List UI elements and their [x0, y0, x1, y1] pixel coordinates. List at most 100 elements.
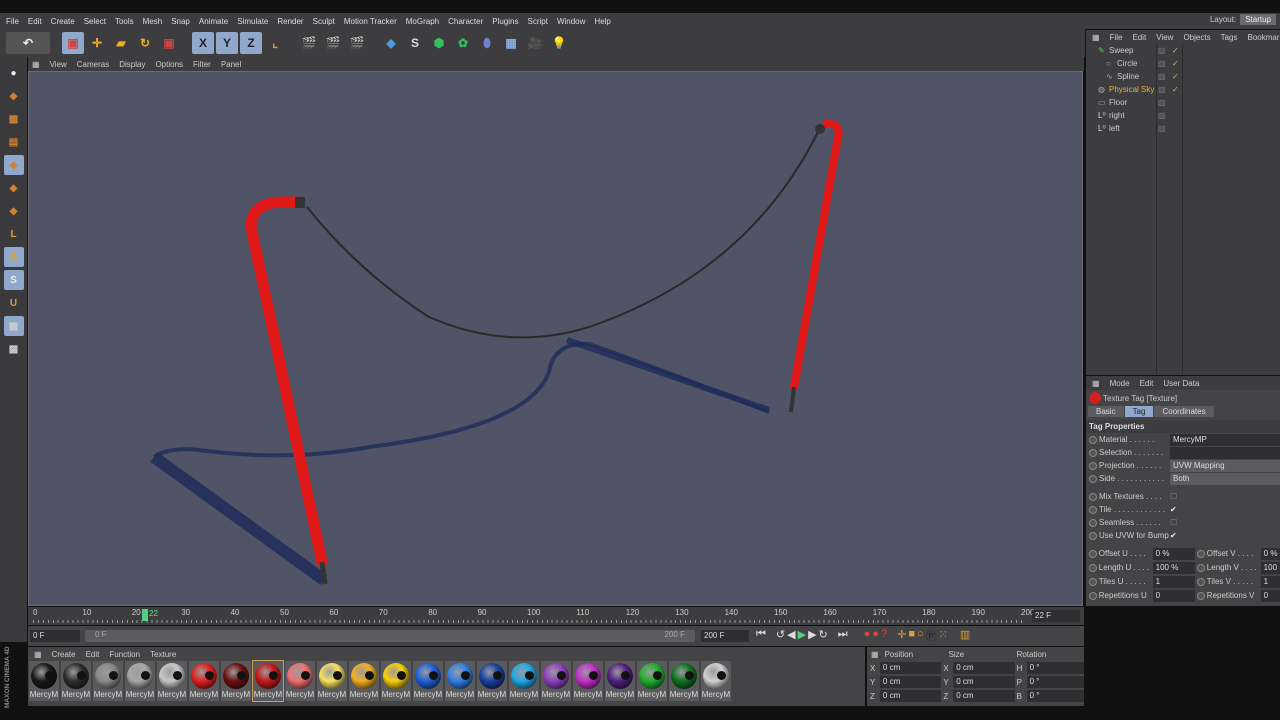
menu-plugins[interactable]: Plugins [492, 17, 518, 26]
object-name[interactable]: Physical Sky [1109, 85, 1154, 94]
floor-icon[interactable]: ▦ [500, 32, 522, 54]
material-swatch[interactable]: MercyM [285, 661, 315, 701]
object-name[interactable]: Circle [1117, 59, 1137, 68]
side-dropdown[interactable]: Both [1170, 472, 1280, 485]
rotate-icon[interactable]: ↻ [134, 32, 156, 54]
range-slider[interactable]: 0 F 200 F [85, 630, 695, 642]
y-axis-lock-button[interactable]: Y [216, 32, 238, 54]
subdivision-surface-icon[interactable]: ⬢ [428, 32, 450, 54]
menu-select[interactable]: Select [84, 17, 106, 26]
size-field[interactable]: 0 cm [953, 690, 1015, 702]
object-name[interactable]: Floor [1109, 98, 1127, 107]
object-menu-objects[interactable]: Objects [1183, 33, 1210, 42]
animate-radio[interactable] [1197, 591, 1205, 600]
texture-mode-icon[interactable]: ▩ [4, 109, 24, 129]
key-pla-icon[interactable]: ⁙ [939, 628, 948, 644]
material-swatch[interactable]: MercyM [381, 661, 411, 701]
size-field[interactable]: 0 cm [953, 662, 1015, 674]
object-row[interactable]: ✎ Sweep ▨ ✓ [1086, 44, 1280, 57]
menu-window[interactable]: Window [557, 17, 585, 26]
viewport-menu-cameras[interactable]: Cameras [77, 60, 109, 69]
enabled-check-icon[interactable]: ✓ [1172, 85, 1179, 94]
menu-animate[interactable]: Animate [199, 17, 228, 26]
material-menu-edit[interactable]: Edit [86, 650, 100, 659]
object-menu-file[interactable]: File [1110, 33, 1123, 42]
menu-help[interactable]: Help [594, 17, 610, 26]
param-field[interactable]: 100 % [1260, 561, 1280, 574]
viewport-menu-filter[interactable]: Filter [193, 60, 211, 69]
enabled-check-icon[interactable]: ✓ [1172, 59, 1179, 68]
viewport-menu-view[interactable]: View [50, 60, 67, 69]
position-field[interactable]: 0 cm [879, 676, 942, 688]
scale-icon[interactable]: ▰ [110, 32, 132, 54]
material-swatch[interactable]: MercyM [413, 661, 443, 701]
layer-icon[interactable]: ▨ [1158, 72, 1166, 81]
animate-radio[interactable] [1089, 549, 1097, 558]
start-frame-field[interactable]: 0 F [30, 630, 80, 642]
uvw-bump-checkbox[interactable]: ✔ [1170, 531, 1177, 540]
rotation-field[interactable]: 0 ° [1026, 676, 1085, 688]
position-field[interactable]: 0 cm [879, 662, 942, 674]
cube-icon[interactable]: ◆ [380, 32, 402, 54]
material-swatch[interactable]: MercyM [477, 661, 507, 701]
recent-tool-icon[interactable]: ▣ [158, 32, 180, 54]
material-field[interactable]: MercyMP [1170, 433, 1280, 446]
animate-radio[interactable] [1197, 563, 1205, 572]
current-frame-field[interactable]: 22 F [1032, 610, 1080, 622]
animate-radio[interactable] [1089, 563, 1097, 572]
object-row[interactable]: L⁰ left ▨ [1086, 122, 1280, 135]
light-icon[interactable]: 💡 [548, 32, 570, 54]
object-row[interactable]: ▭ Floor ▨ [1086, 96, 1280, 109]
animate-radio[interactable] [1089, 505, 1097, 514]
material-menu-texture[interactable]: Texture [150, 650, 176, 659]
live-selection-icon[interactable]: ▣ [62, 32, 84, 54]
position-field[interactable]: 0 cm [879, 690, 942, 702]
layer-icon[interactable]: ▨ [1158, 98, 1166, 107]
menu-file[interactable]: File [6, 17, 19, 26]
animate-radio[interactable] [1089, 518, 1097, 527]
next-key-icon[interactable]: ↻ [819, 628, 828, 644]
material-swatch[interactable]: MercyM [29, 661, 59, 701]
tweak-mode-icon[interactable]: 🖱 [3, 247, 24, 267]
menu-render[interactable]: Render [277, 17, 303, 26]
param-field[interactable]: 100 % [1152, 561, 1196, 574]
menu-snap[interactable]: Snap [171, 17, 190, 26]
undo-button[interactable]: ↶ [6, 32, 50, 54]
material-swatch[interactable]: MercyM [701, 661, 731, 701]
material-swatch[interactable]: MercyM [61, 661, 91, 701]
camera-icon[interactable]: 🎥 [524, 32, 546, 54]
go-to-end-icon[interactable]: ⏭ [838, 628, 848, 644]
animate-radio[interactable] [1089, 448, 1097, 457]
rotation-field[interactable]: 0 ° [1026, 690, 1085, 702]
menu-sculpt[interactable]: Sculpt [313, 17, 335, 26]
material-swatch[interactable]: MercyM [605, 661, 635, 701]
material-swatch[interactable]: MercyM [445, 661, 475, 701]
material-swatch[interactable]: MercyM [541, 661, 571, 701]
tab-basic[interactable]: Basic [1088, 406, 1124, 417]
material-swatch[interactable]: MercyM [509, 661, 539, 701]
param-field[interactable]: 0 [1260, 589, 1280, 602]
attribute-menu-edit[interactable]: Edit [1140, 379, 1154, 388]
rotation-field[interactable]: 0 ° [1026, 662, 1085, 674]
make-editable-icon[interactable]: ● [4, 63, 24, 83]
key-rotation-icon[interactable]: ○ [917, 628, 924, 644]
points-mode-icon[interactable]: ◆ [3, 155, 24, 175]
workplane-icon[interactable]: ▤ [4, 132, 24, 152]
object-row[interactable]: ◍ Physical Sky ▨ ✓ [1086, 83, 1280, 96]
layer-icon[interactable]: ▨ [1158, 111, 1166, 120]
animate-radio[interactable] [1197, 577, 1205, 586]
previous-frame-icon[interactable]: ◀ [787, 628, 795, 644]
key-position-icon[interactable]: ✛ [897, 628, 906, 644]
object-row[interactable]: ∿ Spline ▨ ✓ [1086, 70, 1280, 83]
keyframe-selection-icon[interactable]: ? [881, 628, 887, 644]
param-field[interactable]: 0 [1152, 589, 1196, 602]
projection-dropdown[interactable]: UVW Mapping [1170, 459, 1280, 472]
model-mode-icon[interactable]: ◆ [4, 86, 24, 106]
next-frame-icon[interactable]: ▶ [808, 628, 816, 644]
deformer-icon[interactable]: ⬮ [476, 32, 498, 54]
play-icon[interactable]: ▶ [798, 628, 806, 644]
x-axis-lock-button[interactable]: X [192, 32, 214, 54]
menu-motion-tracker[interactable]: Motion Tracker [344, 17, 397, 26]
object-name[interactable]: Sweep [1109, 46, 1133, 55]
animate-radio[interactable] [1089, 492, 1097, 501]
